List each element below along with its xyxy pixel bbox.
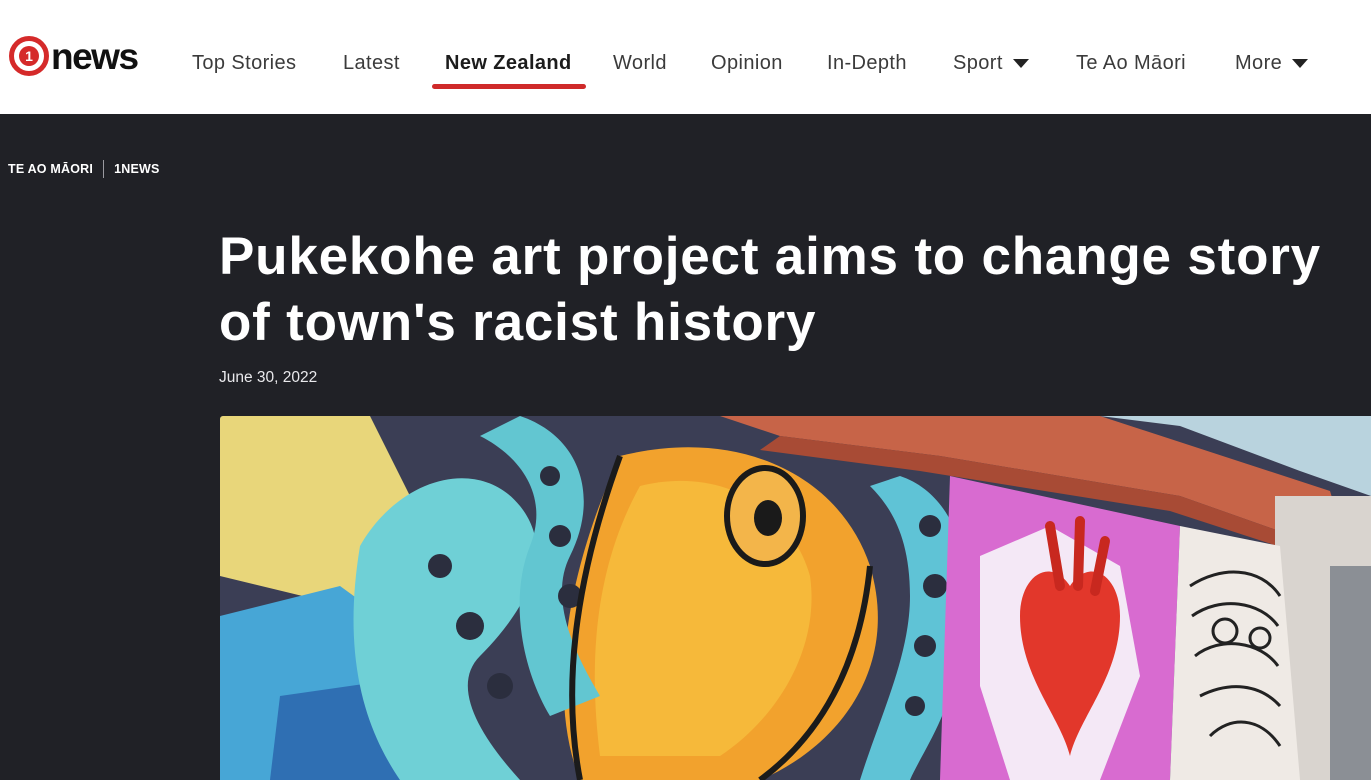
breadcrumb-source-link[interactable]: 1NEWS <box>114 162 159 176</box>
article-title-line-2: of town's racist history <box>219 293 817 352</box>
breadcrumb: TE AO MĀORI 1NEWS <box>8 160 160 178</box>
nav-in-depth[interactable]: In-Depth <box>827 50 907 76</box>
mural-illustration <box>220 416 1371 780</box>
article-title-line-1: Pukekohe art project aims to change stor… <box>219 227 1321 286</box>
nav-te-ao-maori[interactable]: Te Ao Māori <box>1076 50 1186 76</box>
breadcrumb-divider <box>103 160 105 178</box>
nav-sport-label: Sport <box>953 51 1003 74</box>
chevron-down-icon <box>1292 59 1309 68</box>
nav-opinion[interactable]: Opinion <box>711 50 783 76</box>
site-header: 1 news Top Stories Latest New Zealand Wo… <box>0 0 1371 114</box>
main-nav: Top Stories Latest New Zealand World Opi… <box>0 0 1371 114</box>
nav-more-label: More <box>1235 51 1283 74</box>
article-date: June 30, 2022 <box>219 369 318 386</box>
breadcrumb-section-link[interactable]: TE AO MĀORI <box>8 162 93 176</box>
nav-latest[interactable]: Latest <box>343 50 400 76</box>
nav-more[interactable]: More <box>1235 50 1309 76</box>
hero-image-mural[interactable] <box>220 416 1371 780</box>
nav-world[interactable]: World <box>613 50 667 76</box>
chevron-down-icon <box>1012 59 1029 68</box>
nav-top-stories[interactable]: Top Stories <box>192 50 296 76</box>
article-title: Pukekohe art project aims to change stor… <box>219 224 1371 356</box>
nav-sport[interactable]: Sport <box>953 50 1029 76</box>
active-tab-underline <box>432 84 586 89</box>
nav-new-zealand[interactable]: New Zealand <box>445 50 572 76</box>
